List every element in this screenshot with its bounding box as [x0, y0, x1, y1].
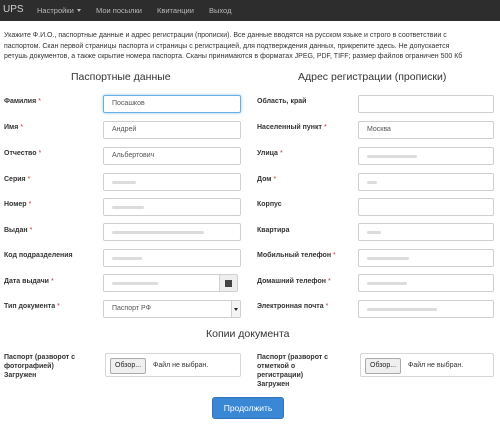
first-name-input[interactable]: Андрей: [103, 121, 241, 139]
registration-file-input[interactable]: Обзор... Файл не выбран.: [360, 353, 494, 377]
house-input[interactable]: [358, 173, 494, 191]
apartment-input[interactable]: [358, 223, 494, 241]
nav-settings[interactable]: Настройки: [37, 6, 81, 15]
issued-by-input[interactable]: [103, 223, 241, 241]
label-patronymic: Отчество *: [4, 150, 42, 157]
building-input[interactable]: [358, 198, 494, 216]
label-registration-upload: Паспорт (разворот с отметкой о регистрац…: [257, 354, 329, 388]
label-first-name: Имя *: [4, 124, 24, 131]
nav-receipts[interactable]: Квитанции: [157, 6, 194, 15]
file-status-text: Файл не выбран.: [408, 362, 464, 369]
mobile-phone-input[interactable]: [358, 249, 494, 267]
label-street: Улица *: [257, 150, 283, 157]
home-phone-input[interactable]: [358, 274, 494, 292]
top-navbar: UPS Настройки Мои посылки Квитанции Выхо…: [0, 0, 500, 21]
label-city: Населенный пункт *: [257, 124, 327, 131]
label-issue-date: Дата выдачи *: [4, 278, 54, 285]
redacted-value: [112, 257, 142, 260]
file-status-text: Файл не выбран.: [153, 362, 209, 369]
region-input[interactable]: [358, 95, 494, 113]
calendar-icon: [225, 280, 232, 287]
label-passport-photo-upload: Паспорт (разворот с фотографией) Загруже…: [4, 354, 76, 379]
calendar-button[interactable]: [220, 274, 238, 292]
label-region: Область, край: [257, 98, 307, 105]
intro-text: Укажите Ф.И.О., паспортные данные и адре…: [4, 32, 463, 60]
label-department-code: Код подразделения: [4, 252, 73, 259]
browse-button[interactable]: Обзор...: [110, 358, 147, 374]
browse-button[interactable]: Обзор...: [365, 358, 402, 374]
label-series: Серия *: [4, 176, 31, 183]
label-building: Корпус: [257, 201, 282, 208]
label-apartment: Квартира: [257, 227, 290, 234]
department-code-input[interactable]: [103, 249, 241, 267]
passport-photo-file-input[interactable]: Обзор... Файл не выбран.: [105, 353, 241, 377]
chevron-down-icon: [231, 301, 240, 317]
label-home-phone: Домашний телефон *: [257, 278, 331, 285]
street-input[interactable]: [358, 147, 494, 165]
patronymic-input[interactable]: Альбертович: [103, 147, 241, 165]
label-issued-by: Выдан *: [4, 227, 33, 234]
redacted-value: [112, 181, 136, 184]
continue-button[interactable]: Продолжить: [212, 397, 284, 419]
redacted-value: [367, 181, 377, 184]
surname-input[interactable]: Посашков: [103, 95, 241, 113]
label-number: Номер *: [4, 201, 32, 208]
redacted-value: [112, 231, 204, 234]
city-input[interactable]: Москва: [358, 121, 494, 139]
redacted-value: [367, 308, 437, 311]
brand-logo[interactable]: UPS: [3, 4, 24, 15]
issue-date-input[interactable]: [103, 274, 220, 292]
label-surname: Фамилия *: [4, 98, 41, 105]
redacted-value: [367, 282, 407, 285]
passport-section-title: Паспортные данные: [71, 71, 171, 83]
nav-logout[interactable]: Выход: [209, 6, 231, 15]
label-mobile-phone: Мобильный телефон *: [257, 252, 336, 259]
redacted-value: [367, 257, 409, 260]
copies-section-title: Копии документа: [206, 328, 290, 340]
redacted-value: [112, 206, 144, 209]
redacted-value: [367, 155, 417, 158]
document-type-select[interactable]: Паспорт РФ: [103, 300, 241, 318]
nav-my-parcels[interactable]: Мои посылки: [96, 6, 142, 15]
label-document-type: Тип документа *: [4, 303, 60, 310]
number-input[interactable]: [103, 198, 241, 216]
label-house: Дом *: [257, 176, 277, 183]
label-email: Электронная почта *: [257, 303, 329, 310]
email-input[interactable]: [358, 300, 494, 318]
address-section-title: Адрес регистрации (прописки): [298, 71, 447, 83]
series-input[interactable]: [103, 173, 241, 191]
chevron-down-icon: [76, 9, 81, 12]
upload-status: Загружен: [4, 372, 37, 379]
upload-status: Загружен: [257, 381, 290, 388]
redacted-value: [112, 282, 158, 285]
redacted-value: [367, 231, 381, 234]
